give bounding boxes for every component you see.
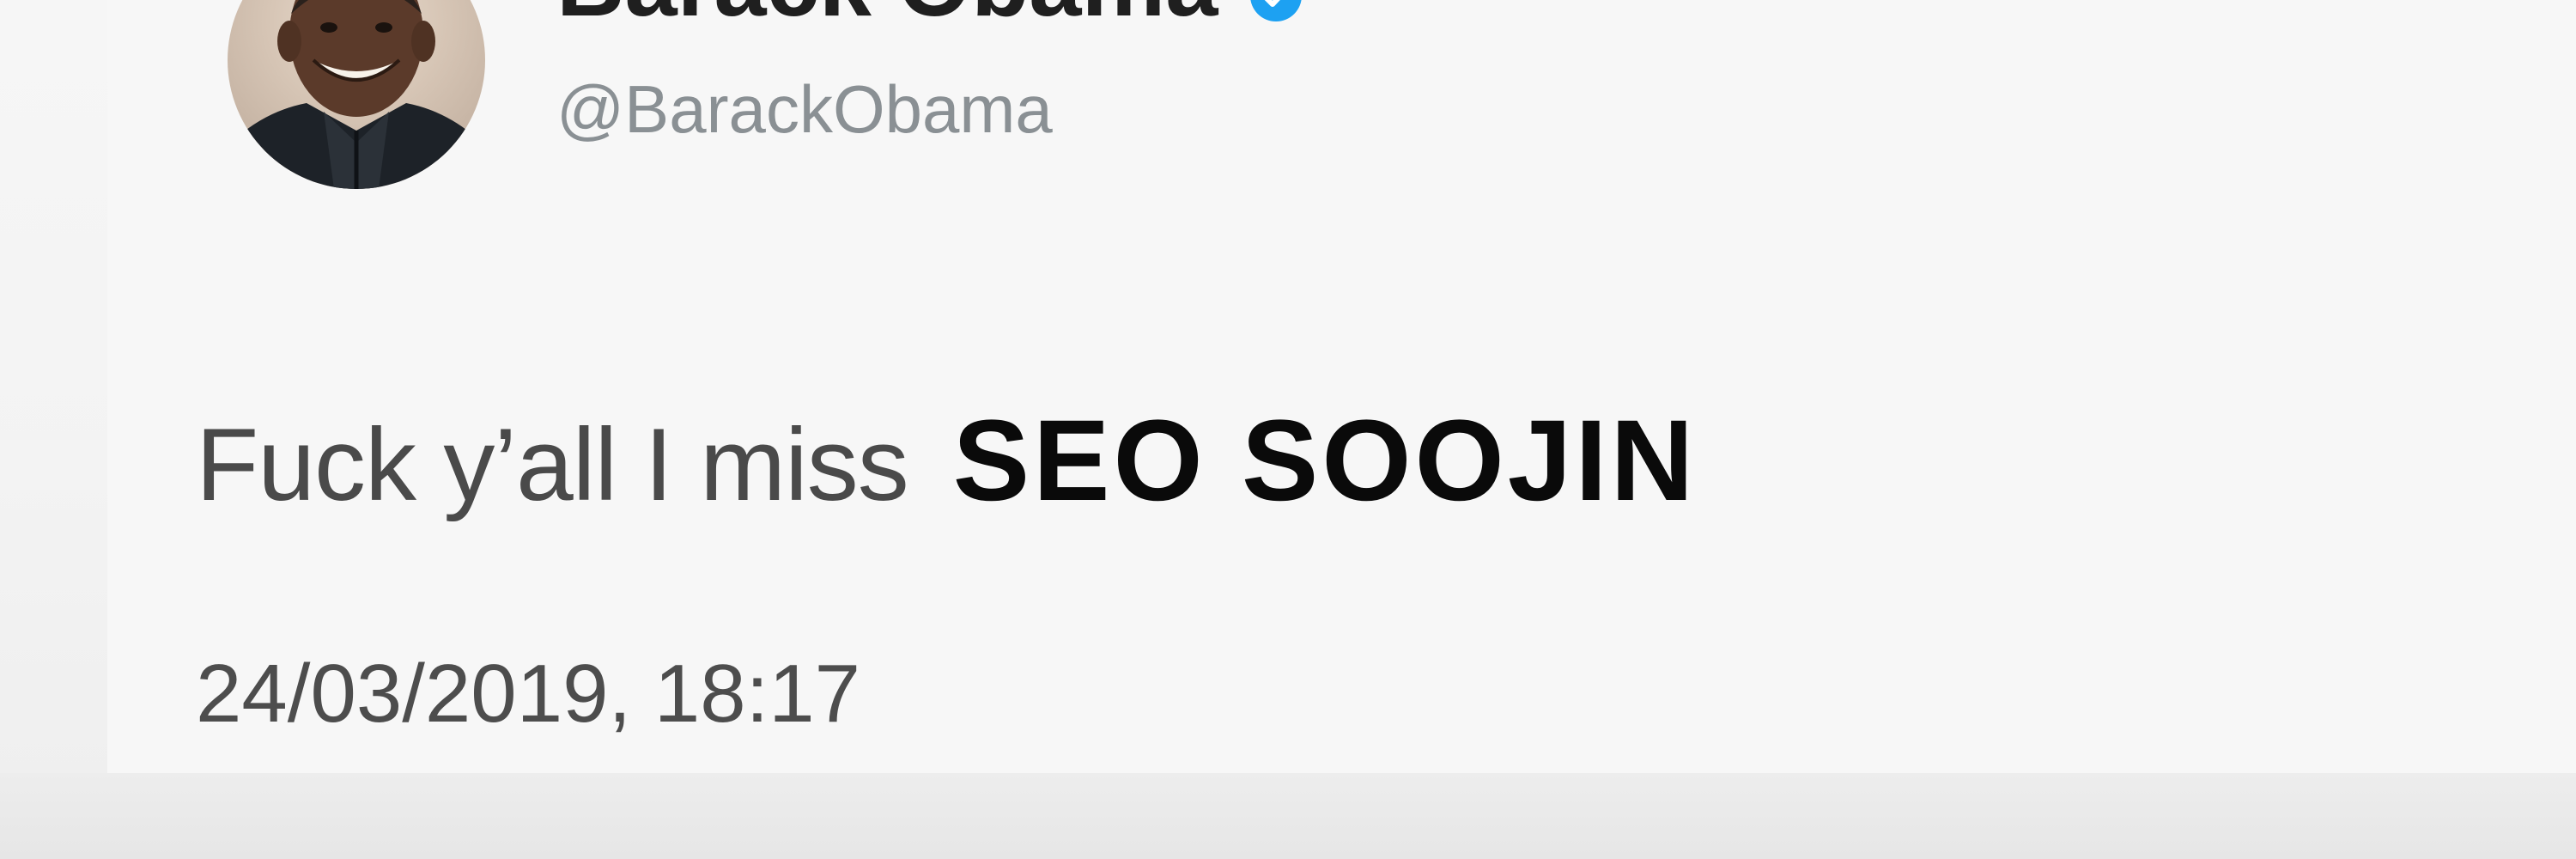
tweet-text-prefix: Fuck y’all I miss [196,407,909,522]
verified-badge-icon [1250,0,1302,21]
user-handle[interactable]: @BarackObama [556,76,1053,143]
tweet-text-emphasis: SEO SOOJIN [952,397,1698,525]
bottom-band [0,773,2576,859]
tweet-text: Fuck y’all I miss SEO SOOJIN [196,404,1697,519]
tweet-timestamp[interactable]: 24/03/2019, 18:17 [196,653,860,735]
screenshot-canvas: Barack Obama @BarackObama Fuck y’all I m… [0,0,2576,859]
display-name[interactable]: Barack Obama [556,0,1218,31]
